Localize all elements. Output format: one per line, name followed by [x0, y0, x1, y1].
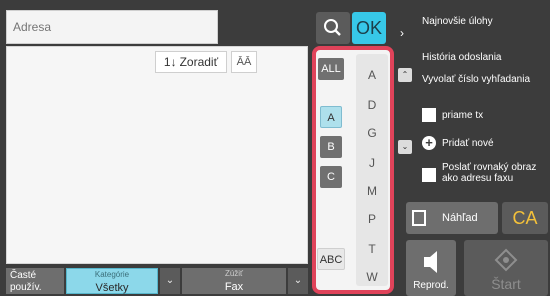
- direct-tx-label: priame tx: [442, 110, 484, 121]
- sort-label: Zoradiť: [179, 55, 219, 69]
- narrow-filter-select[interactable]: Zúžiť Fax: [182, 268, 286, 294]
- alphabet-letter[interactable]: J: [356, 156, 388, 170]
- bottom-filter-bar: Časté použív. Kategórie Všetky ⌄ Zúžiť F…: [6, 266, 308, 296]
- preview-button[interactable]: Náhľad: [406, 202, 498, 234]
- address-input[interactable]: [6, 10, 218, 44]
- category-dropdown-button[interactable]: ⌄: [160, 268, 180, 294]
- frequent-use-tab[interactable]: Časté použív.: [6, 268, 64, 294]
- clear-all-button[interactable]: CA: [502, 202, 548, 234]
- preview-icon: [412, 210, 426, 226]
- same-image-label: Poslať rovnaký obraz ako adresu faxu: [442, 162, 537, 184]
- index-abc-tile[interactable]: ABC: [317, 248, 345, 270]
- chevron-up-icon: ⌃: [401, 70, 409, 79]
- scroll-down-button[interactable]: ⌄: [398, 140, 412, 154]
- alphabet-index: A D G J M P T W: [356, 54, 388, 286]
- chevron-down-icon: ⌄: [401, 142, 409, 151]
- same-image-checkbox[interactable]: [422, 168, 436, 182]
- address-list-pane: 1↓ Zoradiť ĀĀ: [6, 46, 308, 264]
- direct-tx-checkbox[interactable]: [422, 108, 436, 122]
- index-group-a[interactable]: A: [320, 106, 342, 128]
- scroll-up-button[interactable]: ⌃: [398, 68, 412, 82]
- reproduce-button[interactable]: Reprod.: [406, 240, 456, 296]
- index-group-b[interactable]: B: [320, 136, 342, 158]
- category-caption: Kategórie: [94, 270, 130, 279]
- start-label: Štart: [491, 276, 521, 292]
- sort-icon: 1↓: [163, 55, 177, 69]
- alphabet-letter[interactable]: G: [356, 126, 388, 140]
- chevron-down-icon: ⌄: [293, 275, 303, 286]
- plus-icon: +: [422, 136, 436, 150]
- ok-button[interactable]: OK: [352, 12, 386, 44]
- display-format-button[interactable]: ĀĀ: [231, 51, 257, 73]
- recall-search-item[interactable]: Vyvolať číslo vyhľadania: [422, 74, 542, 85]
- alphabet-letter[interactable]: A: [356, 68, 388, 82]
- send-history-item[interactable]: História odoslania: [422, 52, 548, 63]
- search-button[interactable]: [316, 12, 350, 44]
- chevron-down-icon: ⌄: [165, 275, 175, 286]
- alphabet-letter[interactable]: M: [356, 184, 388, 198]
- start-icon: [494, 248, 518, 272]
- display-format-icon: ĀĀ: [236, 56, 252, 68]
- filter-caption: Zúžiť: [224, 269, 244, 278]
- alphabet-letter[interactable]: T: [356, 242, 388, 256]
- chevron-right-icon: ›: [400, 26, 404, 40]
- index-group-c[interactable]: C: [320, 166, 342, 188]
- start-button[interactable]: Štart: [464, 240, 548, 296]
- action-panel: › Najnovšie úlohy História odoslania ⌃ V…: [396, 0, 550, 198]
- latest-jobs-item[interactable]: Najnovšie úlohy: [422, 16, 542, 27]
- index-panel: ALL A B C ABC A D G J M P T W: [312, 46, 394, 294]
- speaker-icon: [424, 251, 437, 273]
- alphabet-letter[interactable]: D: [356, 98, 388, 112]
- reproduce-label: Reprod.: [413, 280, 449, 291]
- sort-button[interactable]: 1↓ Zoradiť: [155, 51, 227, 73]
- preview-label: Náhľad: [442, 212, 478, 224]
- alphabet-letter[interactable]: W: [356, 270, 388, 284]
- index-all-tile[interactable]: ALL: [318, 58, 344, 80]
- category-value: Všetky: [95, 282, 129, 294]
- add-new-item[interactable]: Pridať nové: [442, 138, 542, 149]
- category-select[interactable]: Kategórie Všetky: [66, 268, 158, 294]
- filter-dropdown-button[interactable]: ⌄: [288, 268, 308, 294]
- filter-value: Fax: [224, 281, 244, 293]
- search-icon: [324, 19, 341, 36]
- alphabet-letter[interactable]: P: [356, 212, 388, 226]
